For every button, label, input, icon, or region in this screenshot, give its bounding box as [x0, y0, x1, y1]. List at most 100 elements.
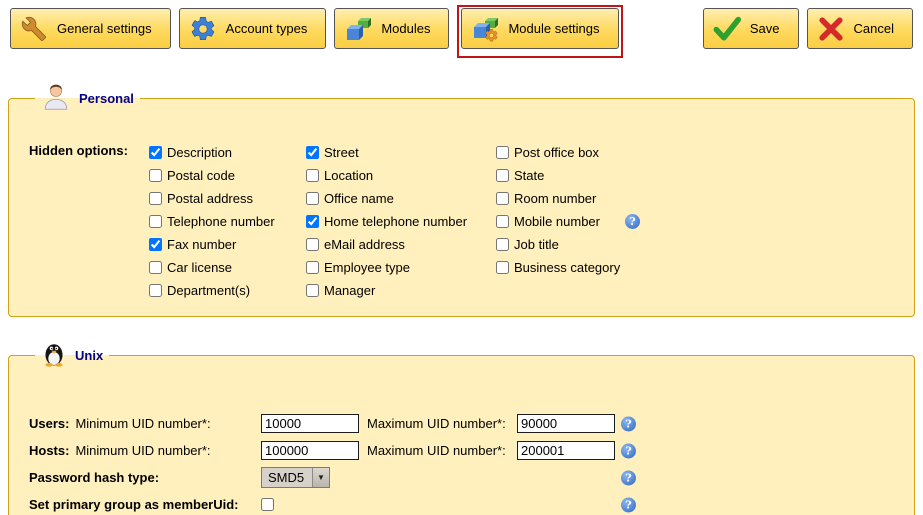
option-office-name-checkbox[interactable]	[306, 192, 319, 205]
option-departments-checkbox[interactable]	[149, 284, 162, 297]
general-settings-label: General settings	[57, 21, 152, 36]
options-column-2: Street Location Office name Home telepho…	[306, 141, 496, 302]
option-telephone-number-checkbox[interactable]	[149, 215, 162, 228]
member-uid-labels: Set primary group as memberUid:	[29, 497, 261, 512]
option-location[interactable]: Location	[306, 164, 496, 187]
option-post-office-box[interactable]: Post office box	[496, 141, 640, 164]
person-icon	[41, 82, 71, 115]
option-label: Employee type	[324, 260, 410, 275]
users-uid-labels: Users: Minimum UID number*:	[29, 416, 261, 431]
option-postal-code[interactable]: Postal code	[149, 164, 306, 187]
gear-icon	[188, 14, 218, 44]
users-max-uid-input[interactable]	[517, 414, 615, 433]
help-icon[interactable]: ?	[621, 470, 636, 485]
help-icon[interactable]: ?	[621, 416, 636, 431]
member-uid-row: Set primary group as memberUid: ?	[29, 491, 894, 515]
hosts-min-uid-input[interactable]	[261, 441, 359, 460]
save-button[interactable]: Save	[703, 8, 799, 49]
min-uid-label: Minimum UID number*:	[75, 416, 210, 431]
option-business-category-checkbox[interactable]	[496, 261, 509, 274]
option-telephone-number[interactable]: Telephone number	[149, 210, 306, 233]
tux-penguin-icon	[41, 339, 67, 372]
options-column-1: Description Postal code Postal address T…	[149, 141, 306, 302]
option-employee-type[interactable]: Employee type	[306, 256, 496, 279]
cubes-icon	[343, 14, 373, 44]
option-job-title-checkbox[interactable]	[496, 238, 509, 251]
hosts-uid-labels: Hosts: Minimum UID number*:	[29, 443, 261, 458]
option-street-checkbox[interactable]	[306, 146, 319, 159]
cancel-label: Cancel	[854, 21, 894, 36]
option-room-number[interactable]: Room number	[496, 187, 640, 210]
account-types-label: Account types	[226, 21, 308, 36]
member-uid-checkbox[interactable]	[261, 498, 274, 511]
option-description[interactable]: Description	[149, 141, 306, 164]
option-label: Postal code	[167, 168, 235, 183]
password-hash-select[interactable]: SMD5	[261, 467, 330, 488]
option-label: Mobile number	[514, 214, 600, 229]
hosts-max-uid-input[interactable]	[517, 441, 615, 460]
option-label: Department(s)	[167, 283, 250, 298]
option-manager[interactable]: Manager	[306, 279, 496, 302]
option-manager-checkbox[interactable]	[306, 284, 319, 297]
help-icon[interactable]: ?	[625, 214, 640, 229]
option-business-category[interactable]: Business category	[496, 256, 640, 279]
option-label: Postal address	[167, 191, 253, 206]
hidden-options-label: Hidden options:	[29, 141, 149, 302]
option-job-title[interactable]: Job title	[496, 233, 640, 256]
personal-legend: Personal	[35, 82, 140, 115]
option-label: Office name	[324, 191, 394, 206]
option-street[interactable]: Street	[306, 141, 496, 164]
option-mobile-number-checkbox[interactable]	[496, 215, 509, 228]
help-icon[interactable]: ?	[621, 443, 636, 458]
selected-tab-highlight: Module settings	[457, 5, 622, 58]
option-label: Room number	[514, 191, 596, 206]
option-postal-address-checkbox[interactable]	[149, 192, 162, 205]
option-car-license[interactable]: Car license	[149, 256, 306, 279]
hidden-options-row: Hidden options: Description Postal code …	[29, 141, 894, 302]
option-label: Car license	[167, 260, 232, 275]
option-state[interactable]: State	[496, 164, 640, 187]
max-uid-label: Maximum UID number*:	[367, 416, 517, 431]
help-icon[interactable]: ?	[621, 497, 636, 512]
toolbar: General settings Account types	[0, 0, 923, 58]
module-settings-button[interactable]: Module settings	[461, 8, 618, 49]
personal-title: Personal	[79, 91, 134, 106]
option-fax-number[interactable]: Fax number	[149, 233, 306, 256]
option-location-checkbox[interactable]	[306, 169, 319, 182]
option-room-number-checkbox[interactable]	[496, 192, 509, 205]
option-home-telephone-number-checkbox[interactable]	[306, 215, 319, 228]
unix-section: Unix Users: Minimum UID number*: Maximum…	[8, 339, 915, 515]
unix-legend: Unix	[35, 339, 109, 372]
option-label: Post office box	[514, 145, 599, 160]
option-label: Manager	[324, 283, 375, 298]
option-employee-type-checkbox[interactable]	[306, 261, 319, 274]
option-email-address[interactable]: eMail address	[306, 233, 496, 256]
option-label: Telephone number	[167, 214, 275, 229]
member-uid-label: Set primary group as memberUid:	[29, 497, 239, 512]
options-column-3: Post office box State Room number Mobile…	[496, 141, 640, 302]
option-departments[interactable]: Department(s)	[149, 279, 306, 302]
general-settings-button[interactable]: General settings	[10, 8, 171, 49]
cancel-button[interactable]: Cancel	[807, 8, 913, 49]
account-types-button[interactable]: Account types	[179, 8, 327, 49]
personal-section: Personal Hidden options: Description Pos…	[8, 82, 915, 317]
users-min-uid-input[interactable]	[261, 414, 359, 433]
option-label: State	[514, 168, 544, 183]
modules-button[interactable]: Modules	[334, 8, 449, 49]
option-label: Job title	[514, 237, 559, 252]
option-email-address-checkbox[interactable]	[306, 238, 319, 251]
check-icon	[712, 14, 742, 44]
option-post-office-box-checkbox[interactable]	[496, 146, 509, 159]
option-office-name[interactable]: Office name	[306, 187, 496, 210]
hosts-label: Hosts:	[29, 443, 69, 458]
option-state-checkbox[interactable]	[496, 169, 509, 182]
option-postal-address[interactable]: Postal address	[149, 187, 306, 210]
option-label: eMail address	[324, 237, 405, 252]
option-home-telephone-number[interactable]: Home telephone number	[306, 210, 496, 233]
option-car-license-checkbox[interactable]	[149, 261, 162, 274]
cubes-gear-icon	[470, 14, 500, 44]
option-label: Home telephone number	[324, 214, 467, 229]
option-postal-code-checkbox[interactable]	[149, 169, 162, 182]
option-fax-number-checkbox[interactable]	[149, 238, 162, 251]
option-description-checkbox[interactable]	[149, 146, 162, 159]
